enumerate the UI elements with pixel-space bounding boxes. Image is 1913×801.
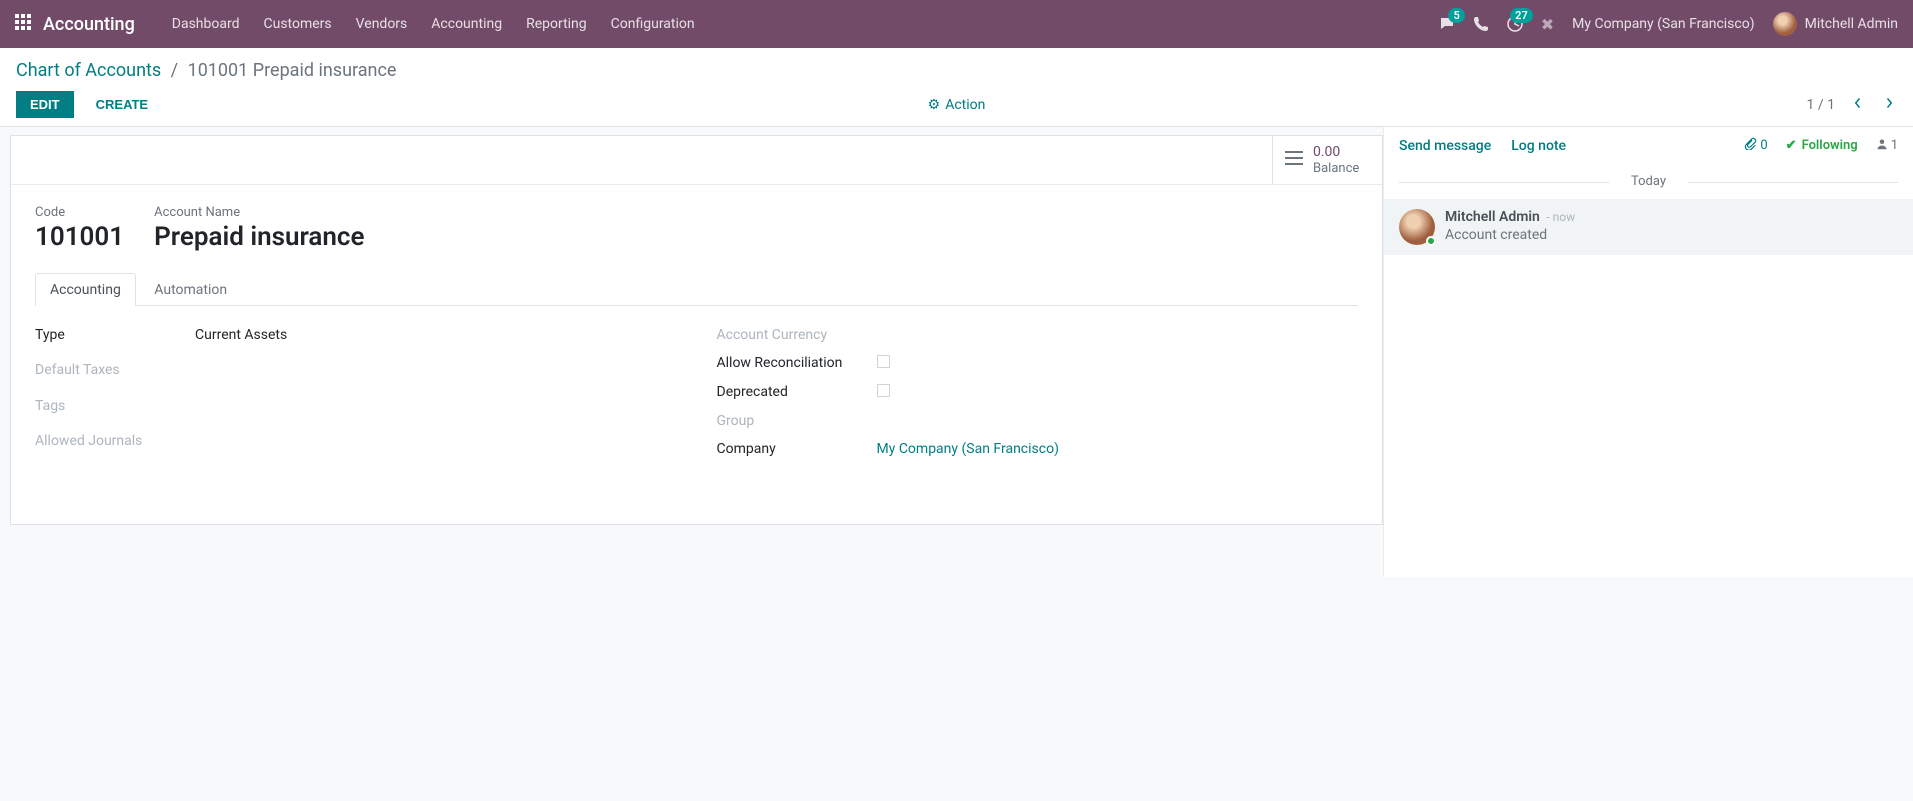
send-message-button[interactable]: Send message	[1399, 138, 1491, 154]
followers-button[interactable]: 1	[1876, 138, 1898, 154]
apps-icon[interactable]	[15, 14, 31, 34]
allow-reconciliation-label: Allow Reconciliation	[717, 349, 867, 378]
default-taxes-value	[185, 356, 677, 392]
check-icon: ✔	[1786, 138, 1797, 153]
message-text: Account created	[1445, 227, 1575, 243]
log-message: Mitchell Admin - now Account created	[1384, 199, 1913, 255]
menu-configuration[interactable]: Configuration	[599, 16, 707, 32]
paperclip-icon	[1744, 137, 1757, 154]
online-indicator-icon	[1426, 236, 1436, 246]
breadcrumb-separator: /	[171, 60, 178, 81]
default-taxes-label: Default Taxes	[35, 356, 185, 392]
company-value[interactable]: My Company (San Francisco)	[877, 441, 1059, 457]
gear-icon: ⚙	[928, 97, 941, 113]
action-dropdown[interactable]: ⚙ Action	[928, 97, 986, 113]
user-avatar-icon	[1773, 12, 1797, 36]
currency-label: Account Currency	[717, 321, 867, 349]
menu-reporting[interactable]: Reporting	[514, 16, 599, 32]
control-panel: Chart of Accounts / 101001 Prepaid insur…	[0, 48, 1913, 127]
deprecated-label: Deprecated	[717, 378, 867, 407]
message-author[interactable]: Mitchell Admin	[1445, 209, 1540, 225]
name-value: Prepaid insurance	[154, 222, 364, 252]
tabs: Accounting Automation	[35, 272, 1358, 306]
tags-label: Tags	[35, 392, 185, 428]
tab-accounting[interactable]: Accounting	[35, 273, 136, 306]
activities-icon[interactable]: 27	[1507, 16, 1523, 32]
allowed-journals-label: Allowed Journals	[35, 427, 185, 463]
tab-automation[interactable]: Automation	[139, 273, 242, 306]
attachments-button[interactable]: 0	[1744, 137, 1767, 154]
balance-label: Balance	[1313, 161, 1359, 176]
lines-icon	[1285, 151, 1303, 169]
app-brand[interactable]: Accounting	[43, 14, 135, 35]
message-avatar-icon	[1399, 209, 1435, 245]
menu-dashboard[interactable]: Dashboard	[160, 16, 252, 32]
debug-close-icon[interactable]: ✖	[1541, 15, 1554, 34]
pager-text[interactable]: 1 / 1	[1807, 97, 1835, 113]
top-navbar: Accounting Dashboard Customers Vendors A…	[0, 0, 1913, 48]
pager-prev-icon[interactable]	[1850, 97, 1866, 113]
name-label: Account Name	[154, 205, 364, 220]
menu-accounting[interactable]: Accounting	[419, 16, 514, 32]
log-note-button[interactable]: Log note	[1511, 138, 1566, 154]
tags-value	[185, 392, 677, 428]
message-time: - now	[1546, 210, 1575, 224]
content: 0.00 Balance Code 101001 Account Name Pr…	[0, 127, 1913, 577]
type-label: Type	[35, 321, 185, 357]
create-button[interactable]: CREATE	[82, 91, 162, 118]
type-value: Current Assets	[185, 321, 677, 357]
user-menu[interactable]: Mitchell Admin	[1773, 12, 1898, 36]
company-label: Company	[717, 435, 867, 463]
menu-customers[interactable]: Customers	[252, 16, 344, 32]
allowed-journals-value	[185, 427, 677, 463]
group-label: Group	[717, 407, 867, 435]
balance-stat-button[interactable]: 0.00 Balance	[1272, 136, 1382, 184]
breadcrumb-current: 101001 Prepaid insurance	[188, 60, 397, 81]
deprecated-checkbox[interactable]	[877, 384, 890, 397]
code-label: Code	[35, 205, 124, 220]
activities-badge: 27	[1510, 8, 1533, 23]
currency-value	[867, 321, 1359, 349]
date-separator: Today	[1399, 174, 1898, 189]
messages-icon[interactable]: 5	[1439, 16, 1455, 32]
following-button[interactable]: ✔ Following	[1786, 138, 1858, 153]
phone-icon[interactable]	[1473, 16, 1489, 32]
breadcrumb-parent[interactable]: Chart of Accounts	[16, 60, 161, 81]
breadcrumb: Chart of Accounts / 101001 Prepaid insur…	[16, 60, 1897, 81]
group-value	[867, 407, 1359, 435]
messages-badge: 5	[1448, 8, 1464, 23]
pager-next-icon[interactable]	[1881, 97, 1897, 113]
edit-button[interactable]: EDIT	[16, 91, 74, 118]
company-selector[interactable]: My Company (San Francisco)	[1572, 16, 1754, 32]
allow-reconciliation-checkbox[interactable]	[877, 355, 890, 368]
person-icon	[1876, 138, 1888, 154]
code-value: 101001	[35, 222, 124, 252]
chatter: Send message Log note 0 ✔ Following	[1383, 127, 1913, 577]
balance-value: 0.00	[1313, 144, 1359, 161]
user-name: Mitchell Admin	[1805, 16, 1898, 32]
menu-vendors[interactable]: Vendors	[344, 16, 420, 32]
form-sheet: 0.00 Balance Code 101001 Account Name Pr…	[10, 135, 1383, 525]
